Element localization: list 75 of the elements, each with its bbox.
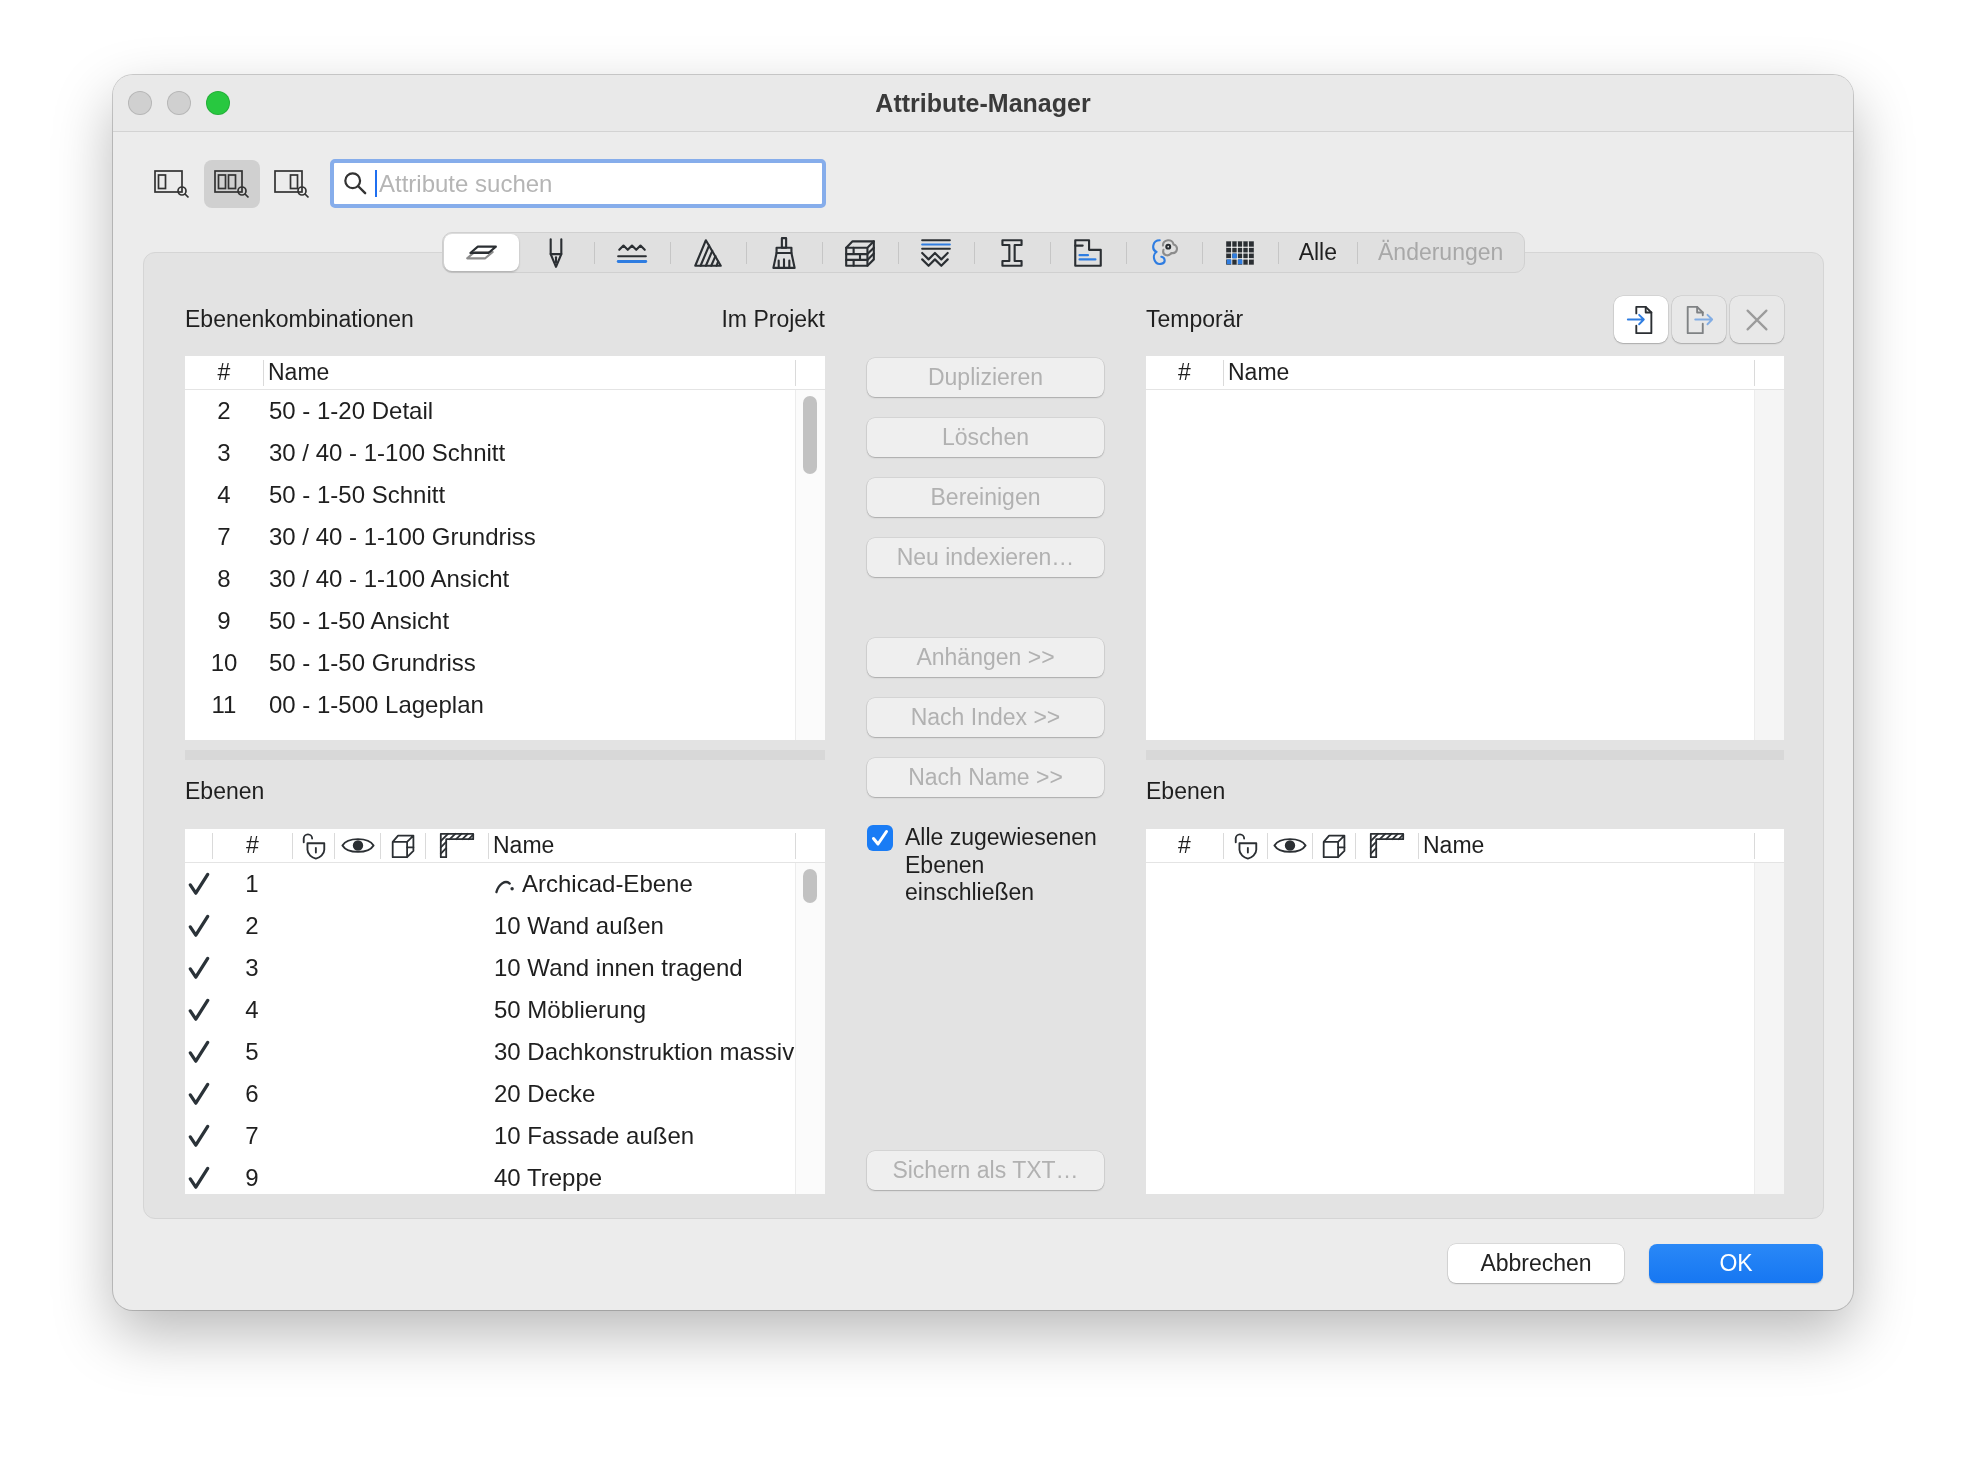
column-header[interactable]: Name	[493, 832, 555, 859]
column-header[interactable]: Name	[1423, 832, 1485, 859]
column-header[interactable]: #	[1178, 359, 1191, 386]
table-cell: 10 Wand außen	[494, 912, 664, 940]
checkmark-icon[interactable]	[187, 1124, 210, 1148]
checkbox[interactable]	[867, 825, 893, 851]
section-title: Temporär	[1146, 306, 1244, 333]
table-cell: 2	[245, 912, 259, 939]
table-cell: 9	[245, 1164, 259, 1191]
attribute-tab[interactable]: Alle	[1278, 234, 1357, 271]
table-cell: 50 - 1-50 Ansicht	[269, 607, 450, 635]
table-cell: 9	[217, 607, 231, 634]
checkmark-icon[interactable]	[187, 1040, 210, 1064]
hatch-pattern-icon[interactable]	[439, 832, 475, 859]
column-header[interactable]: #	[217, 359, 231, 386]
table-cell: 7	[217, 523, 231, 550]
column-header[interactable]: Name	[268, 359, 330, 386]
left-pane-search-icon	[154, 168, 190, 199]
section-title: Ebenen	[1146, 778, 1226, 804]
table-cell: 40 Treppe	[494, 1164, 603, 1192]
checkmark-icon[interactable]	[187, 1166, 210, 1190]
section-caption: Im Projekt	[721, 306, 825, 333]
hatch-pattern-icon[interactable]	[1369, 832, 1405, 859]
right-pane-search-icon	[274, 168, 310, 199]
table-cell: 4	[245, 996, 259, 1023]
ok-button[interactable]: OK	[1649, 1244, 1823, 1283]
table-cell: 4	[217, 481, 231, 508]
table-cell: 3	[245, 954, 259, 981]
checkbox-label: Alle zugewiesenen Ebenen einschließen	[905, 824, 1098, 907]
attribute-tab[interactable]	[443, 234, 519, 271]
table-cell: 30 Dachkonstruktion massiv	[494, 1038, 795, 1066]
column-header[interactable]: #	[1178, 832, 1191, 859]
table-cell: 11	[211, 691, 237, 718]
search-icon	[343, 171, 367, 195]
table-cell: 50 - 1-50 Grundriss	[269, 649, 476, 677]
table-cell: 5	[245, 1038, 259, 1065]
checkmark-icon[interactable]	[187, 1082, 210, 1106]
checkmark-icon[interactable]	[187, 956, 210, 980]
eye-icon[interactable]	[340, 835, 375, 856]
table-cell: 10	[210, 649, 238, 676]
scrollbar-thumb[interactable]	[803, 396, 817, 474]
table-cell: 30 / 40 - 1-100 Grundriss	[269, 523, 536, 551]
eye-icon[interactable]	[1273, 835, 1307, 856]
checkmark-icon[interactable]	[187, 872, 210, 896]
section-title: Ebenen	[185, 778, 265, 804]
import-button[interactable]	[1614, 296, 1668, 343]
table-cell: 20 Decke	[494, 1080, 596, 1108]
table-cell: 6	[245, 1080, 259, 1107]
checkmark-icon[interactable]	[187, 914, 210, 938]
two-pane-search-icon	[214, 168, 250, 199]
column-header[interactable]: Name	[1228, 359, 1290, 386]
table-cell: 30 / 40 - 1-100 Ansicht	[269, 565, 510, 593]
cancel-button[interactable]: Abbrechen	[1448, 1244, 1624, 1283]
box-icon[interactable]	[389, 832, 417, 859]
table-cell: 10 Fassade außen	[494, 1122, 695, 1150]
table-cell: Archicad-Ebene	[522, 870, 693, 898]
table-cell: 1	[245, 870, 259, 897]
table-cell: 00 - 1-500 Lageplan	[269, 691, 484, 719]
search-field[interactable]: Attribute suchen	[330, 159, 826, 208]
table-cell: 8	[217, 565, 231, 592]
table-cell: 50 - 1-50 Schnitt	[269, 481, 446, 509]
table-cell: 7	[245, 1122, 259, 1149]
table-cell: 2	[217, 397, 231, 424]
window-title: Attribute-Manager	[875, 88, 1091, 118]
table-cell: 50 Möblierung	[494, 996, 647, 1024]
table-cell: 30 / 40 - 1-100 Schnitt	[269, 439, 506, 467]
section-title: Ebenenkombinationen	[185, 306, 414, 333]
checkmark-icon[interactable]	[187, 998, 210, 1022]
table-cell: 10 Wand innen tragend	[494, 954, 743, 982]
table-cell: 50 - 1-20 Detail	[269, 397, 434, 425]
column-header[interactable]: #	[246, 832, 259, 859]
view-mode-button[interactable]	[204, 159, 260, 208]
scrollbar-thumb[interactable]	[803, 869, 817, 903]
box-icon[interactable]	[1320, 832, 1348, 859]
table-cell: 3	[217, 439, 231, 466]
